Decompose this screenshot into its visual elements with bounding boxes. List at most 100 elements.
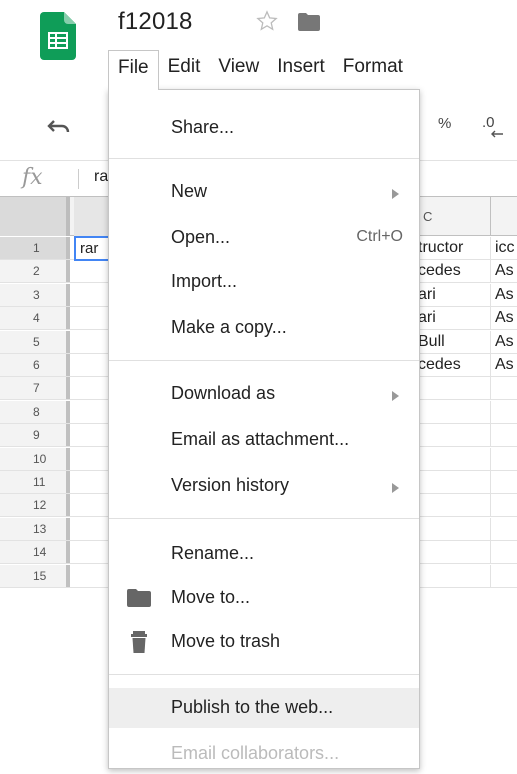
menu-item-label: Share...: [171, 117, 235, 137]
menu-item-label: Move to trash: [171, 631, 281, 651]
fx-icon: fx: [22, 165, 43, 190]
column-divider: [490, 260, 491, 283]
cell-c[interactable]: ari: [418, 286, 436, 304]
folder-icon: [127, 589, 151, 607]
menu-format[interactable]: Format: [334, 50, 412, 90]
cell-d[interactable]: icc: [495, 239, 515, 257]
menu-item-label: Publish to the web...: [171, 697, 334, 717]
column-divider: [490, 517, 491, 540]
cell-c[interactable]: cedes: [418, 356, 461, 374]
column-divider: [490, 307, 491, 330]
column-divider: [490, 400, 491, 423]
menu-item-move-to[interactable]: Move to...: [109, 578, 419, 618]
formula-input[interactable]: ra: [94, 168, 108, 186]
menu-item-email-collaborators: Email collaborators...: [109, 734, 419, 774]
menu-item-share[interactable]: Share...: [109, 108, 419, 148]
cell-d[interactable]: As: [495, 262, 514, 280]
column-divider: [490, 377, 491, 400]
cell-d[interactable]: As: [495, 309, 514, 327]
column-divider: [490, 541, 491, 564]
row-header[interactable]: 4: [0, 307, 70, 330]
row-header[interactable]: 8: [0, 400, 70, 423]
submenu-arrow-icon: [392, 189, 399, 199]
column-divider: [490, 471, 491, 493]
menu-item-move-to-trash[interactable]: Move to trash: [109, 622, 419, 662]
submenu-arrow-icon: [392, 483, 399, 493]
cell-a[interactable]: rar: [80, 240, 98, 257]
row-header[interactable]: 9: [0, 424, 70, 447]
select-all-corner[interactable]: [0, 197, 70, 236]
menu-view[interactable]: View: [209, 50, 268, 90]
menu-item-rename[interactable]: Rename...: [109, 534, 419, 574]
row-header[interactable]: 14: [0, 541, 70, 564]
column-header-a[interactable]: [74, 197, 108, 236]
menu-divider: [109, 674, 419, 675]
column-divider: [490, 237, 491, 259]
row-header[interactable]: 15: [0, 564, 70, 587]
column-divider: [490, 424, 491, 447]
column-divider: [490, 330, 491, 353]
column-divider: [490, 447, 491, 470]
cell-d[interactable]: As: [495, 286, 514, 304]
column-divider: [490, 564, 491, 587]
menu-insert[interactable]: Insert: [268, 50, 334, 90]
file-menu-dropdown: Share... New Open... Ctrl+O Import... Ma…: [108, 89, 420, 769]
menu-divider: [109, 518, 419, 519]
row-header[interactable]: 7: [0, 377, 70, 400]
menu-item-new[interactable]: New: [109, 172, 419, 212]
arrow-left-icon: [491, 130, 503, 138]
format-percent-button[interactable]: %: [438, 115, 451, 132]
cell-c[interactable]: tructor: [418, 239, 463, 257]
row-header[interactable]: 3: [0, 283, 70, 306]
column-divider: [490, 354, 491, 376]
column-divider: [490, 283, 491, 306]
document-title[interactable]: f12018: [118, 8, 193, 36]
menu-item-publish[interactable]: Publish to the web...: [109, 688, 419, 728]
decrease-decimal-button[interactable]: .0: [482, 114, 495, 131]
row-header[interactable]: 6: [0, 354, 70, 376]
row-header[interactable]: 12: [0, 494, 70, 517]
cell-c[interactable]: cedes: [418, 262, 461, 280]
menu-edit[interactable]: Edit: [159, 50, 210, 90]
column-divider: [490, 197, 491, 236]
formula-divider: [78, 169, 79, 189]
shortcut-label: Ctrl+O: [356, 228, 403, 245]
row-header[interactable]: 10: [0, 447, 70, 470]
folder-icon[interactable]: [298, 13, 320, 31]
menu-divider: [109, 158, 419, 159]
row-header[interactable]: 11: [0, 471, 70, 493]
row-header[interactable]: 13: [0, 517, 70, 540]
column-header-c[interactable]: C: [423, 209, 432, 224]
sheets-logo-icon[interactable]: [40, 12, 76, 60]
undo-icon[interactable]: [46, 116, 72, 136]
menu-item-label: Make a copy...: [171, 317, 287, 337]
menu-item-label: New: [171, 181, 208, 201]
trash-icon: [131, 631, 147, 653]
cell-d[interactable]: As: [495, 333, 514, 351]
menu-divider: [109, 360, 419, 361]
menu-item-label: Move to...: [171, 587, 251, 607]
row-header[interactable]: 2: [0, 260, 70, 283]
menu-item-label: Email as attachment...: [171, 429, 350, 449]
menu-item-label: Download as: [171, 383, 276, 403]
menu-item-label: Import...: [171, 271, 238, 291]
star-icon[interactable]: [256, 10, 278, 32]
cell-c[interactable]: ari: [418, 309, 436, 327]
menu-item-label: Rename...: [171, 543, 255, 563]
menu-item-import[interactable]: Import...: [109, 262, 419, 302]
menu-bar: File Edit View Insert Format: [108, 50, 412, 90]
menu-item-version-history[interactable]: Version history: [109, 466, 419, 506]
cell-d[interactable]: As: [495, 356, 514, 374]
row-header[interactable]: 5: [0, 330, 70, 353]
column-divider: [490, 494, 491, 517]
menu-item-open[interactable]: Open... Ctrl+O: [109, 218, 419, 258]
menu-item-email-attachment[interactable]: Email as attachment...: [109, 420, 419, 460]
menu-item-make-copy[interactable]: Make a copy...: [109, 308, 419, 348]
menu-item-download-as[interactable]: Download as: [109, 374, 419, 414]
menu-item-label: Open...: [171, 227, 231, 247]
cell-c[interactable]: Bull: [418, 333, 445, 351]
menu-item-label: Email collaborators...: [171, 743, 340, 763]
submenu-arrow-icon: [392, 391, 399, 401]
row-header[interactable]: 1: [0, 237, 70, 259]
menu-file[interactable]: File: [108, 50, 159, 90]
